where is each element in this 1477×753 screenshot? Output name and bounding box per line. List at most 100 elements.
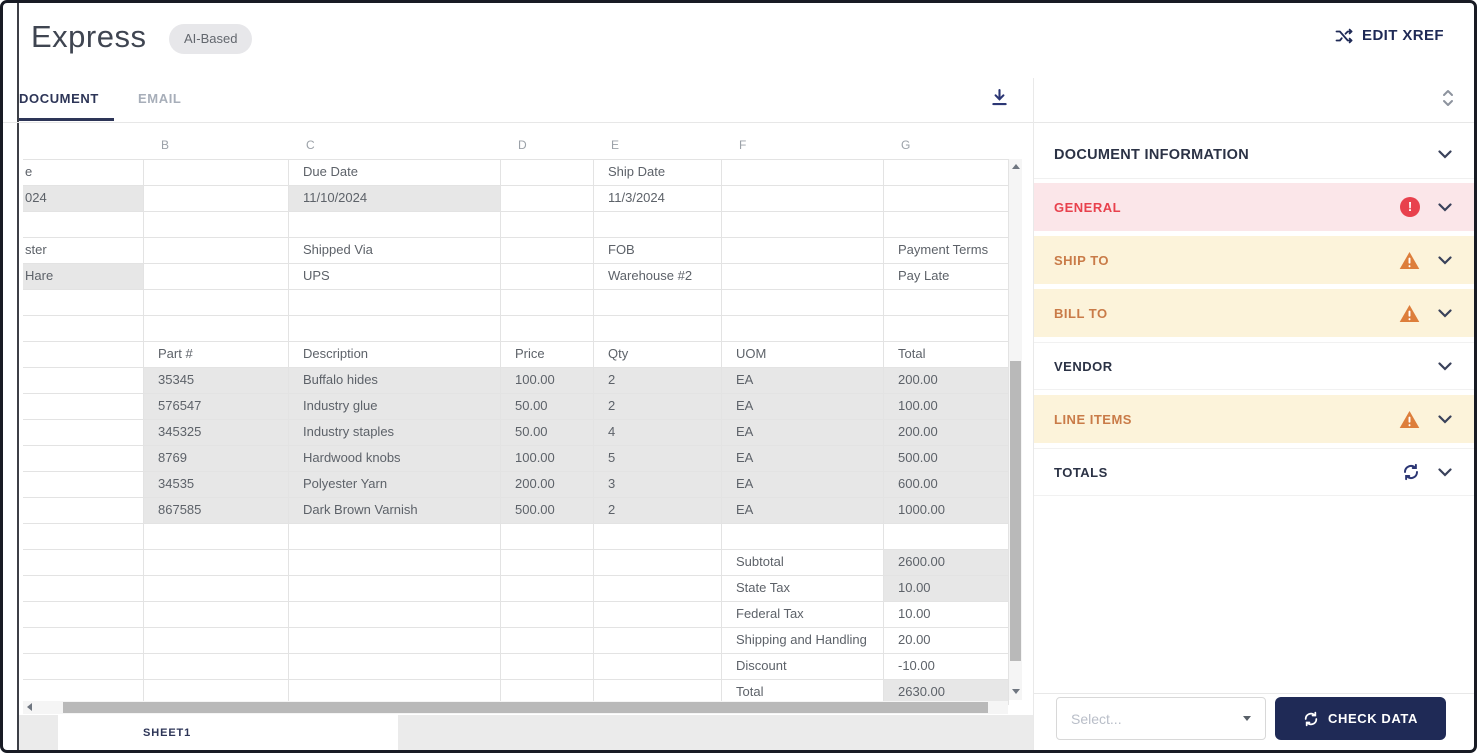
sheet-cell-A5[interactable]: Hare — [23, 263, 143, 289]
vertical-scrollbar-thumb[interactable] — [1010, 361, 1021, 661]
sheet-cell-G5[interactable]: Pay Late — [883, 263, 1008, 289]
sheet-cell-B13[interactable]: 34535 — [143, 471, 288, 497]
app-title: Express — [31, 19, 146, 55]
sheet-cell-G20[interactable]: -10.00 — [883, 653, 1008, 679]
sheet-cell-B12[interactable]: 8769 — [143, 445, 288, 471]
caret-down-icon — [1243, 716, 1251, 721]
warning-icon — [1399, 251, 1420, 270]
sheet-cell-E5[interactable]: Warehouse #2 — [593, 263, 721, 289]
sheet-cell-F10[interactable]: EA — [721, 393, 883, 419]
sheet-cell-G9[interactable]: 200.00 — [883, 367, 1008, 393]
sheet-cell-C11[interactable]: Industry staples — [288, 419, 500, 445]
sheet-cell-E9[interactable]: 2 — [593, 367, 721, 393]
section-bill-to[interactable]: BILL TO — [1034, 289, 1474, 337]
tab-email[interactable]: EMAIL — [138, 91, 181, 106]
sheet-tab-sheet1[interactable]: SHEET1 — [58, 715, 398, 751]
horizontal-scrollbar-thumb[interactable] — [63, 702, 988, 713]
sheet-cell-G17[interactable]: 10.00 — [883, 575, 1008, 601]
sheet-cell-D12[interactable]: 100.00 — [500, 445, 593, 471]
edit-xref-button[interactable]: EDIT XREF — [1335, 27, 1444, 44]
sheet-cell-F13[interactable]: EA — [721, 471, 883, 497]
section-totals[interactable]: TOTALS — [1034, 448, 1474, 496]
sheet-cell-C9[interactable]: Buffalo hides — [288, 367, 500, 393]
sheet-cell-F17[interactable]: State Tax — [721, 575, 883, 601]
sheet-cell-G12[interactable]: 500.00 — [883, 445, 1008, 471]
sheet-cell-G10[interactable]: 100.00 — [883, 393, 1008, 419]
scroll-up-arrow[interactable] — [1012, 164, 1020, 169]
check-data-button[interactable]: CHECK DATA — [1275, 697, 1446, 740]
chevron-down-icon — [1438, 468, 1452, 477]
sheet-cell-G8[interactable]: Total — [883, 341, 1008, 367]
sheet-cell-C8[interactable]: Description — [288, 341, 500, 367]
sheet-cell-F20[interactable]: Discount — [721, 653, 883, 679]
document-information-header[interactable]: DOCUMENT INFORMATION — [1034, 131, 1474, 179]
sheet-cell-B10[interactable]: 576547 — [143, 393, 288, 419]
sheet-cell-D9[interactable]: 100.00 — [500, 367, 593, 393]
tabbar-divider — [3, 122, 1474, 123]
section-general[interactable]: GENERAL! — [1034, 183, 1474, 231]
section-line-items[interactable]: LINE ITEMS — [1034, 395, 1474, 443]
sheet-cell-G16[interactable]: 2600.00 — [883, 549, 1008, 575]
chevron-down-icon — [1438, 256, 1452, 265]
sheet-cell-G14[interactable]: 1000.00 — [883, 497, 1008, 523]
sheet-cell-E13[interactable]: 3 — [593, 471, 721, 497]
sheet-cell-C2[interactable]: 11/10/2024 — [288, 185, 500, 211]
refresh-icon — [1303, 711, 1319, 727]
sheet-cell-B9[interactable]: 35345 — [143, 367, 288, 393]
section-label: TOTALS — [1054, 465, 1402, 480]
sheet-cell-A2[interactable]: 024 — [23, 185, 143, 211]
sheet-cell-G4[interactable]: Payment Terms — [883, 237, 1008, 263]
sheet-cell-F12[interactable]: EA — [721, 445, 883, 471]
column-header-c: C — [306, 132, 315, 158]
sheet-cell-G18[interactable]: 10.00 — [883, 601, 1008, 627]
sheet-cell-F18[interactable]: Federal Tax — [721, 601, 883, 627]
tab-document[interactable]: DOCUMENT — [19, 91, 99, 106]
sheet-cell-B11[interactable]: 345325 — [143, 419, 288, 445]
sheet-cell-E12[interactable]: 5 — [593, 445, 721, 471]
sheet-cell-B14[interactable]: 867585 — [143, 497, 288, 523]
sheet-cell-F14[interactable]: EA — [721, 497, 883, 523]
sheet-cell-F11[interactable]: EA — [721, 419, 883, 445]
chevron-down-icon — [1438, 150, 1452, 159]
select-dropdown[interactable]: Select... — [1056, 697, 1266, 740]
sheet-cell-G11[interactable]: 200.00 — [883, 419, 1008, 445]
sheet-cell-D11[interactable]: 50.00 — [500, 419, 593, 445]
sheet-cell-G19[interactable]: 20.00 — [883, 627, 1008, 653]
sheet-cell-E8[interactable]: Qty — [593, 341, 721, 367]
sheet-cell-F16[interactable]: Subtotal — [721, 549, 883, 575]
sheet-cell-C5[interactable]: UPS — [288, 263, 500, 289]
download-button[interactable] — [989, 87, 1010, 108]
column-header-g: G — [901, 132, 910, 158]
sheet-cell-D13[interactable]: 200.00 — [500, 471, 593, 497]
scroll-down-arrow[interactable] — [1012, 689, 1020, 694]
ai-based-badge: AI-Based — [169, 24, 252, 54]
sheet-cell-G13[interactable]: 600.00 — [883, 471, 1008, 497]
sheet-cell-C12[interactable]: Hardwood knobs — [288, 445, 500, 471]
sheet-cell-F8[interactable]: UOM — [721, 341, 883, 367]
sheet-cell-E1[interactable]: Ship Date — [593, 159, 721, 185]
unfold-button[interactable] — [1440, 88, 1456, 108]
sheet-cell-C4[interactable]: Shipped Via — [288, 237, 500, 263]
sheet-cell-F9[interactable]: EA — [721, 367, 883, 393]
warning-icon — [1399, 304, 1420, 323]
sheet-cell-C10[interactable]: Industry glue — [288, 393, 500, 419]
sheet-cell-E4[interactable]: FOB — [593, 237, 721, 263]
sheet-cell-E11[interactable]: 4 — [593, 419, 721, 445]
sheet-cell-C13[interactable]: Polyester Yarn — [288, 471, 500, 497]
section-ship-to[interactable]: SHIP TO — [1034, 236, 1474, 284]
sheet-cell-E14[interactable]: 2 — [593, 497, 721, 523]
sheet-cell-C14[interactable]: Dark Brown Varnish — [288, 497, 500, 523]
sheet-cell-D14[interactable]: 500.00 — [500, 497, 593, 523]
section-label: VENDOR — [1054, 359, 1438, 374]
sheet-cell-B8[interactable]: Part # — [143, 341, 288, 367]
sheet-cell-A4[interactable]: ster — [23, 237, 143, 263]
sheet-cell-C1[interactable]: Due Date — [288, 159, 500, 185]
sheet-cell-D8[interactable]: Price — [500, 341, 593, 367]
sheet-cell-E2[interactable]: 11/3/2024 — [593, 185, 721, 211]
scroll-left-arrow[interactable] — [27, 703, 32, 711]
section-vendor[interactable]: VENDOR — [1034, 342, 1474, 390]
sheet-cell-E10[interactable]: 2 — [593, 393, 721, 419]
sheet-cell-D10[interactable]: 50.00 — [500, 393, 593, 419]
sheet-cell-A1[interactable]: e — [23, 159, 143, 185]
sheet-cell-F19[interactable]: Shipping and Handling — [721, 627, 883, 653]
